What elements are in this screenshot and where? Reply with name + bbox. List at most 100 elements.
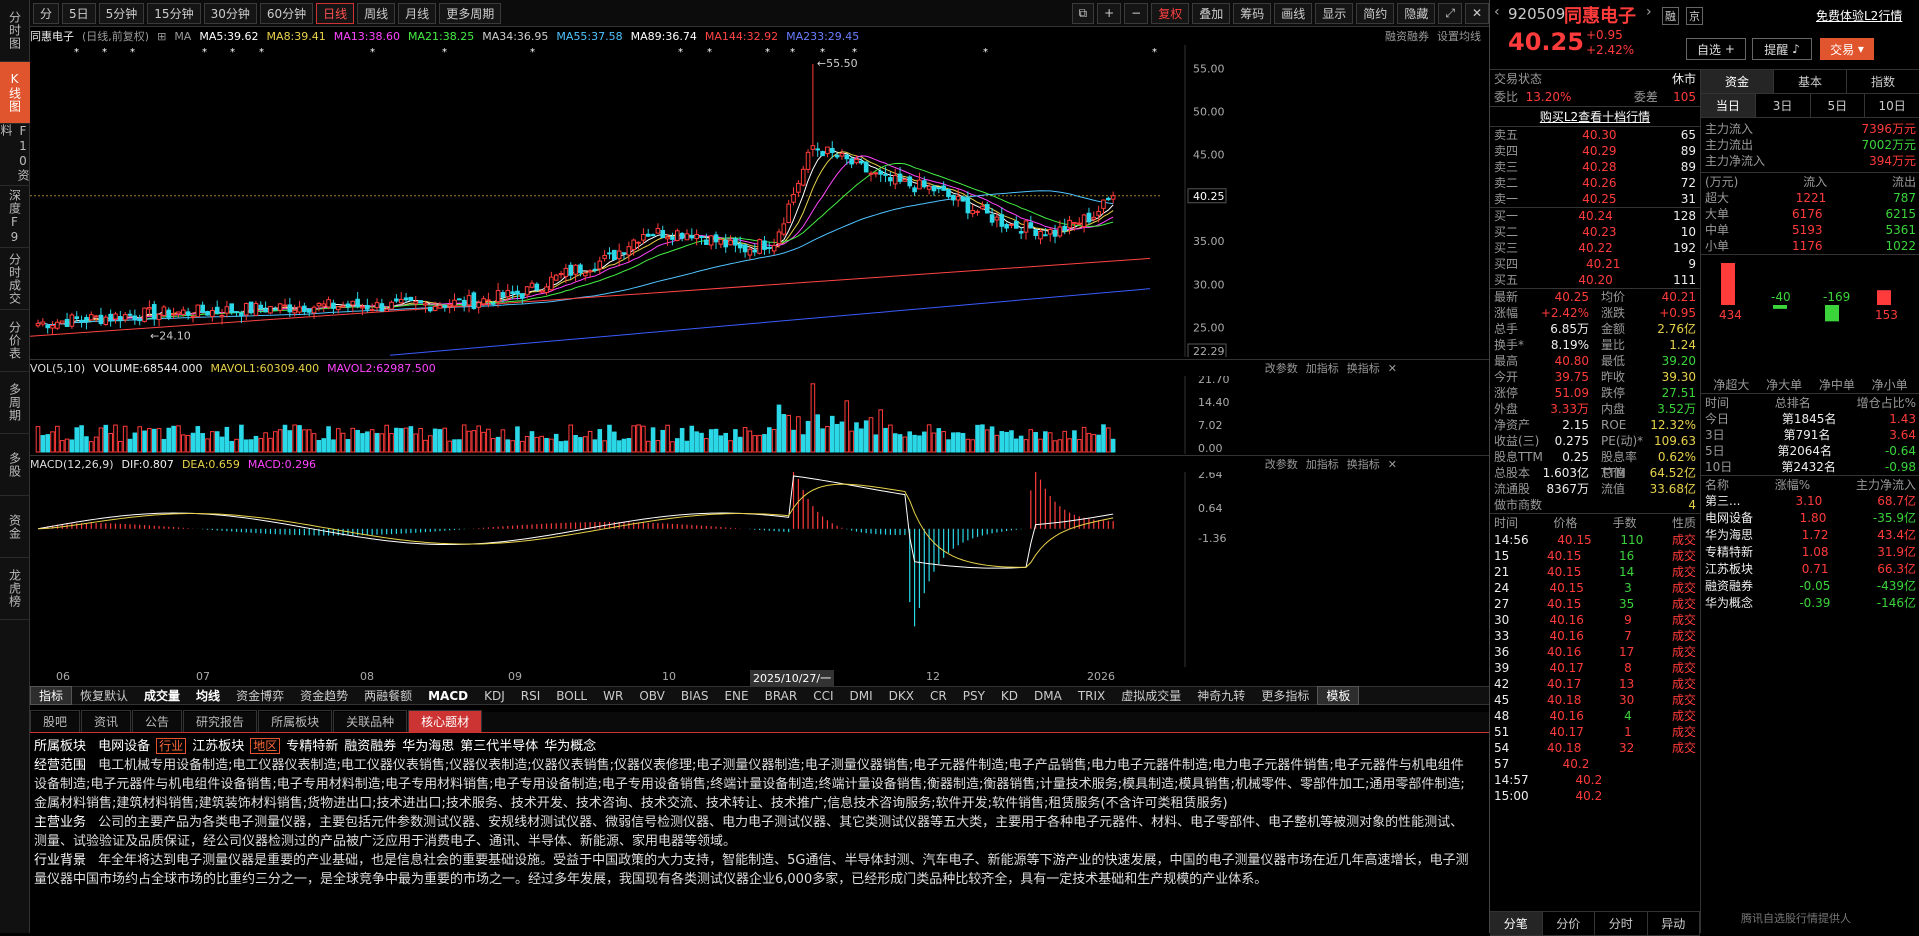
indicator-tab-24[interactable]: 虚拟成交量: [1113, 687, 1189, 704]
sector-tag-1[interactable]: 行业: [156, 738, 187, 754]
tick-row[interactable]: 48 40.16 4 成交: [1490, 708, 1700, 724]
tick-tab-3[interactable]: 异动: [1648, 912, 1700, 935]
period-tab-r-0[interactable]: 当日: [1701, 94, 1756, 117]
indicator-tab-4[interactable]: 资金博弈: [228, 687, 292, 704]
indicator-tab-9[interactable]: RSI: [513, 689, 549, 703]
period-tab-0[interactable]: 分: [33, 2, 60, 24]
info-tab-1[interactable]: 资讯: [81, 710, 132, 732]
sector-row[interactable]: 华为海思 1.72 43.4亿: [1701, 527, 1919, 544]
prev-stock-icon[interactable]: ‹: [1494, 4, 1500, 20]
sector-row[interactable]: 第三... 3.10 68.7亿: [1701, 493, 1919, 510]
indicator-tab-3[interactable]: 均线: [188, 687, 228, 704]
close-icon[interactable]: ✕: [1388, 362, 1397, 375]
indicator-tab-25[interactable]: 神奇九转: [1189, 687, 1253, 704]
expand-icon[interactable]: ⤢: [1438, 2, 1462, 24]
sector-row[interactable]: 华为概念 -0.39 -146亿: [1701, 595, 1919, 612]
sector-row[interactable]: 融资融券 -0.05 -439亿: [1701, 578, 1919, 595]
sidebar-item-7[interactable]: 多股: [0, 434, 30, 496]
sector-row[interactable]: 江苏板块 0.71 66.3亿: [1701, 561, 1919, 578]
indicator-tab-23[interactable]: TRIX: [1070, 689, 1113, 703]
tick-tab-0[interactable]: 分笔: [1490, 912, 1543, 935]
close-icon[interactable]: ✕: [1388, 458, 1397, 471]
info-tab-5[interactable]: 关联品种: [333, 710, 408, 732]
period-tab-6[interactable]: 日线: [316, 2, 355, 24]
sidebar-item-9[interactable]: 龙虎榜: [0, 558, 30, 620]
indicator-tab-11[interactable]: WR: [595, 689, 631, 703]
period-tab-r-3[interactable]: 10日: [1865, 94, 1919, 117]
margin-trading-link[interactable]: 融资融券: [1385, 28, 1429, 44]
indicator-tab-16[interactable]: CCI: [805, 689, 841, 703]
indicator-tab-15[interactable]: BRAR: [757, 689, 806, 703]
tick-row[interactable]: 45 40.18 30 成交: [1490, 692, 1700, 708]
period-tab-3[interactable]: 15分钟: [147, 2, 201, 24]
add-watchlist-button[interactable]: 自选 +: [1686, 38, 1746, 60]
indicator-tab-0[interactable]: 指标: [30, 686, 73, 705]
tick-row[interactable]: 27 40.15 35 成交: [1490, 596, 1700, 612]
buy-l2-link[interactable]: 购买L2查看十档行情: [1490, 106, 1700, 126]
tick-row[interactable]: 33 40.16 7 成交: [1490, 628, 1700, 644]
vol-edit-params-button[interactable]: 改参数: [1265, 360, 1298, 376]
candlestick-chart[interactable]: ←55.50 ←24.10 * * * * * * * * * * * * * * * * * 55.00 50.00 4…: [30, 45, 1489, 357]
tool-2[interactable]: 筹码: [1233, 2, 1272, 24]
tick-row[interactable]: 57 40.2: [1490, 756, 1700, 772]
tick-row[interactable]: 21 40.15 14 成交: [1490, 564, 1700, 580]
indicator-tab-21[interactable]: KD: [993, 689, 1026, 703]
tick-tab-2[interactable]: 分时: [1595, 912, 1648, 935]
layout-icon[interactable]: ⧉: [1071, 2, 1095, 24]
period-tab-r-1[interactable]: 3日: [1756, 94, 1811, 117]
macd-add-indicator-button[interactable]: 加指标: [1306, 456, 1339, 472]
macd-chart[interactable]: 2.64 0.64 -1.36: [30, 472, 1489, 667]
indicator-tab-6[interactable]: 两融餐额: [356, 687, 420, 704]
sidebar-item-0[interactable]: 分时图: [0, 0, 30, 62]
info-tab-0[interactable]: 股吧: [30, 710, 81, 732]
period-tab-7[interactable]: 周线: [357, 2, 396, 24]
indicator-tab-2[interactable]: 成交量: [136, 687, 188, 704]
indicator-tab-18[interactable]: DKX: [881, 689, 922, 703]
sector-tag-8[interactable]: 华为概念: [544, 739, 596, 754]
tick-row[interactable]: 15 40.15 16 成交: [1490, 548, 1700, 564]
period-tab-1[interactable]: 5日: [62, 2, 96, 24]
indicator-tab-17[interactable]: DMI: [842, 689, 881, 703]
tick-row[interactable]: 51 40.17 1 成交: [1490, 724, 1700, 740]
indicator-tab-22[interactable]: DMA: [1026, 689, 1070, 703]
indicator-tab-19[interactable]: CR: [922, 689, 955, 703]
tick-row[interactable]: 15:00 40.2: [1490, 788, 1700, 804]
trade-button[interactable]: 交易 ▾: [1820, 38, 1874, 60]
info-tab-4[interactable]: 所属板块: [258, 710, 333, 732]
vol-add-indicator-button[interactable]: 加指标: [1306, 360, 1339, 376]
sector-table[interactable]: 第三... 3.10 68.7亿 电网设备 1.80 -35.9亿 华为海思 1.72 43.4…: [1701, 493, 1919, 612]
fund-tab-2[interactable]: 指数: [1847, 70, 1919, 93]
info-tab-3[interactable]: 研究报告: [183, 710, 258, 732]
period-tab-5[interactable]: 60分钟: [259, 2, 314, 24]
settings-icon[interactable]: ⊞: [157, 30, 166, 43]
tick-row[interactable]: 36 40.16 17 成交: [1490, 644, 1700, 660]
macd-edit-params-button[interactable]: 改参数: [1265, 456, 1298, 472]
tick-row[interactable]: 14:57 40.2: [1490, 772, 1700, 788]
period-tab-4[interactable]: 30分钟: [203, 2, 257, 24]
tool-1[interactable]: 叠加: [1192, 2, 1231, 24]
remind-button[interactable]: 提醒 ♪: [1752, 38, 1812, 60]
zoom-out-icon[interactable]: −: [1124, 2, 1149, 24]
indicator-tab-13[interactable]: BIAS: [673, 689, 717, 703]
sector-row[interactable]: 专精特新 1.08 31.9亿: [1701, 544, 1919, 561]
tool-6[interactable]: 隐藏: [1397, 2, 1436, 24]
tick-tab-1[interactable]: 分价: [1543, 912, 1595, 935]
indicator-tab-20[interactable]: PSY: [955, 689, 993, 703]
info-tab-6[interactable]: 核心题材: [408, 710, 483, 732]
sidebar-item-5[interactable]: 分价表: [0, 310, 30, 372]
ticks-list[interactable]: 14:56 40.15 110 成交 15 40.15 16 成交 21 40.15 14 成交 24 4…: [1490, 532, 1700, 804]
sidebar-item-4[interactable]: 分时成交: [0, 248, 30, 310]
indicator-tab-5[interactable]: 资金趋势: [292, 687, 356, 704]
indicator-tab-7[interactable]: MACD: [420, 689, 476, 703]
indicator-tab-1[interactable]: 恢复默认: [72, 687, 136, 704]
sector-tag-6[interactable]: 华为海思: [402, 739, 454, 754]
period-tab-2[interactable]: 5分钟: [98, 2, 145, 24]
l2-trial-link[interactable]: 免费体验L2行情: [1816, 7, 1902, 24]
indicator-tab-8[interactable]: KDJ: [476, 689, 513, 703]
indicator-tab-10[interactable]: BOLL: [548, 689, 595, 703]
tick-row[interactable]: 54 40.18 32 成交: [1490, 740, 1700, 756]
set-ma-link[interactable]: 设置均线: [1437, 28, 1481, 44]
sidebar-item-6[interactable]: 多周期: [0, 372, 30, 434]
vol-switch-indicator-button[interactable]: 换指标: [1347, 360, 1380, 376]
tick-row[interactable]: 30 40.16 9 成交: [1490, 612, 1700, 628]
